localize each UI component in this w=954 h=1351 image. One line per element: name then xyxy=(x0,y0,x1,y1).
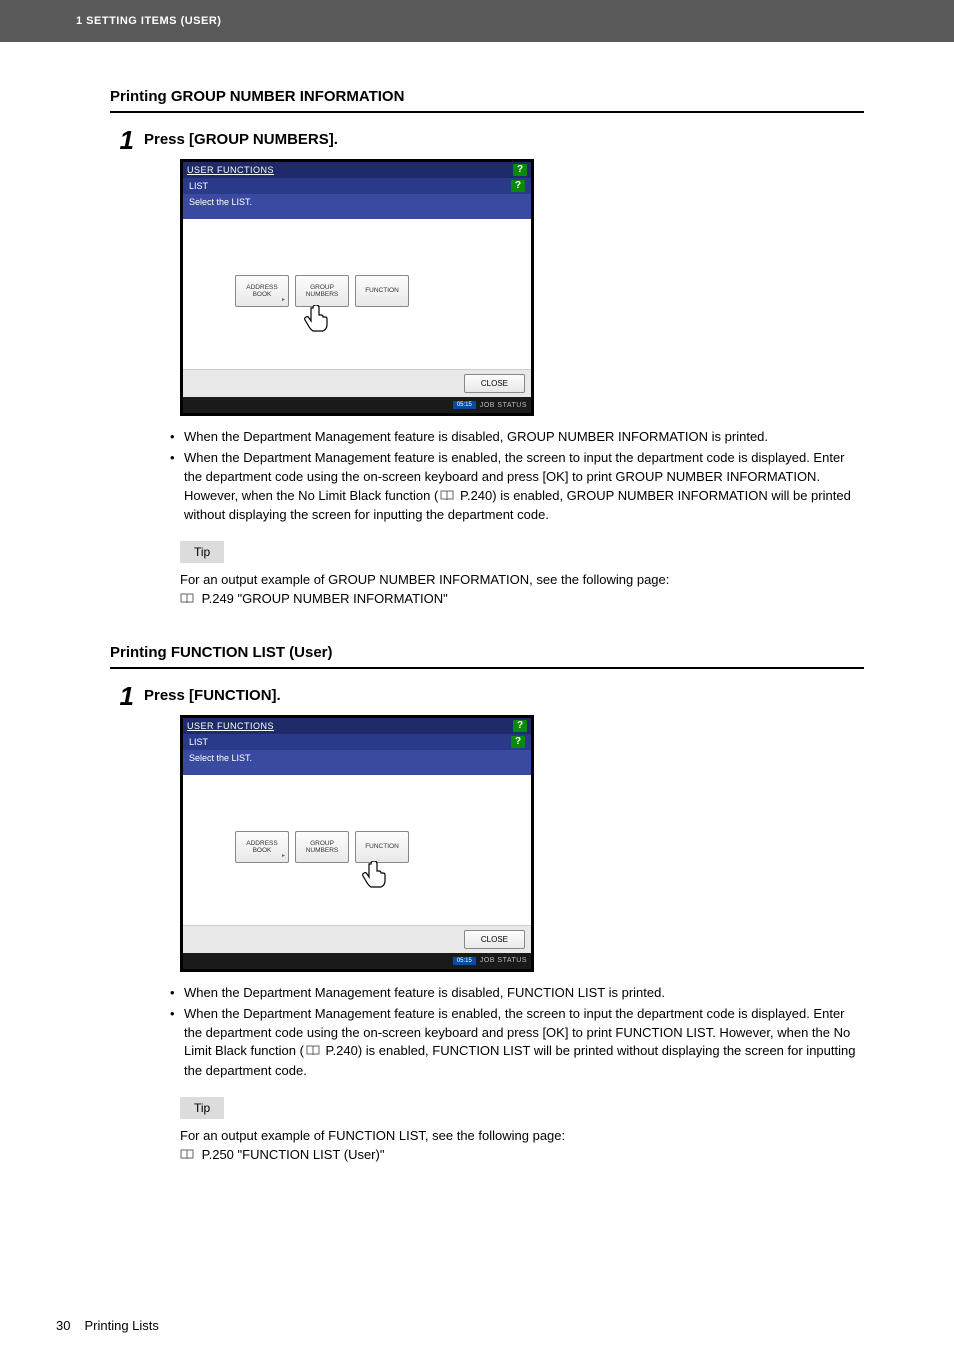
section-b-title: Printing FUNCTION LIST (User) xyxy=(110,644,864,661)
book-icon xyxy=(180,1147,194,1166)
bullet-a-1: When the Department Management feature i… xyxy=(170,428,864,447)
tip-text-b: For an output example of FUNCTION LIST, … xyxy=(180,1127,864,1166)
step-number-a: 1 xyxy=(110,127,144,153)
shot-b-instruction: Select the LIST. xyxy=(183,750,531,775)
section-b-divider xyxy=(110,667,864,669)
section-b-bullets: When the Department Management feature i… xyxy=(170,984,864,1081)
chevron-right-icon: ▸ xyxy=(282,853,285,860)
address-book-button[interactable]: ADDRESS BOOK▸ xyxy=(235,831,289,863)
tip-label-b: Tip xyxy=(180,1097,224,1119)
screenshot-a: USER FUNCTIONS ? LIST ? Select the LIST.… xyxy=(180,159,534,416)
function-button[interactable]: FUNCTION xyxy=(355,275,409,307)
hand-pointer-icon xyxy=(303,305,329,333)
shot-b-list-label: LIST xyxy=(189,737,208,747)
group-numbers-button[interactable]: GROUP NUMBERS xyxy=(295,275,349,307)
header-bar: 1 SETTING ITEMS (USER) xyxy=(0,0,954,42)
screenshot-b: USER FUNCTIONS ? LIST ? Select the LIST.… xyxy=(180,715,534,972)
header-text: 1 SETTING ITEMS (USER) xyxy=(76,15,221,27)
tip-label-a: Tip xyxy=(180,541,224,563)
footer-section: Printing Lists xyxy=(84,1318,158,1333)
step-title-b: Press [FUNCTION]. xyxy=(144,683,281,704)
section-a-title: Printing GROUP NUMBER INFORMATION xyxy=(110,88,864,105)
book-icon xyxy=(306,1043,320,1062)
group-numbers-button[interactable]: GROUP NUMBERS xyxy=(295,831,349,863)
step-number-b: 1 xyxy=(110,683,144,709)
chevron-right-icon: ▸ xyxy=(282,297,285,304)
shot-a-instruction: Select the LIST. xyxy=(183,194,531,219)
help-icon[interactable]: ? xyxy=(513,720,527,732)
section-a-prefix: Printing xyxy=(110,88,171,105)
help-icon-2[interactable]: ? xyxy=(511,736,525,748)
tip-text-a: For an output example of GROUP NUMBER IN… xyxy=(180,571,864,610)
book-icon xyxy=(180,591,194,610)
section-a-main: GROUP NUMBER INFORMATION xyxy=(171,88,405,105)
bullet-b-1: When the Department Management feature i… xyxy=(170,984,864,1003)
job-status-button[interactable]: JOB STATUS xyxy=(480,957,527,964)
close-button[interactable]: CLOSE xyxy=(464,374,525,393)
close-button[interactable]: CLOSE xyxy=(464,930,525,949)
section-b-prefix: Printing xyxy=(110,644,171,661)
section-b-main: FUNCTION LIST (User) xyxy=(171,644,333,661)
shot-b-title: USER FUNCTIONS xyxy=(187,721,274,731)
section-b-step: 1 Press [FUNCTION]. xyxy=(110,683,864,709)
book-icon xyxy=(440,488,454,507)
page-number: 30 xyxy=(56,1318,70,1333)
bullet-b-2: When the Department Management feature i… xyxy=(170,1005,864,1081)
section-a-step: 1 Press [GROUP NUMBERS]. xyxy=(110,127,864,153)
shot-a-time: 05:15 xyxy=(453,401,476,409)
job-status-button[interactable]: JOB STATUS xyxy=(480,402,527,409)
section-a-bullets: When the Department Management feature i… xyxy=(170,428,864,525)
help-icon-2[interactable]: ? xyxy=(511,180,525,192)
hand-pointer-icon xyxy=(361,861,387,889)
shot-b-time: 05:15 xyxy=(453,957,476,965)
section-a-divider xyxy=(110,111,864,113)
step-title-a: Press [GROUP NUMBERS]. xyxy=(144,127,338,148)
bullet-a-2: When the Department Management feature i… xyxy=(170,449,864,525)
address-book-button[interactable]: ADDRESS BOOK▸ xyxy=(235,275,289,307)
shot-a-list-label: LIST xyxy=(189,181,208,191)
function-button[interactable]: FUNCTION xyxy=(355,831,409,863)
page-footer: 30 Printing Lists xyxy=(56,1318,159,1333)
help-icon[interactable]: ? xyxy=(513,164,527,176)
shot-a-title: USER FUNCTIONS xyxy=(187,165,274,175)
